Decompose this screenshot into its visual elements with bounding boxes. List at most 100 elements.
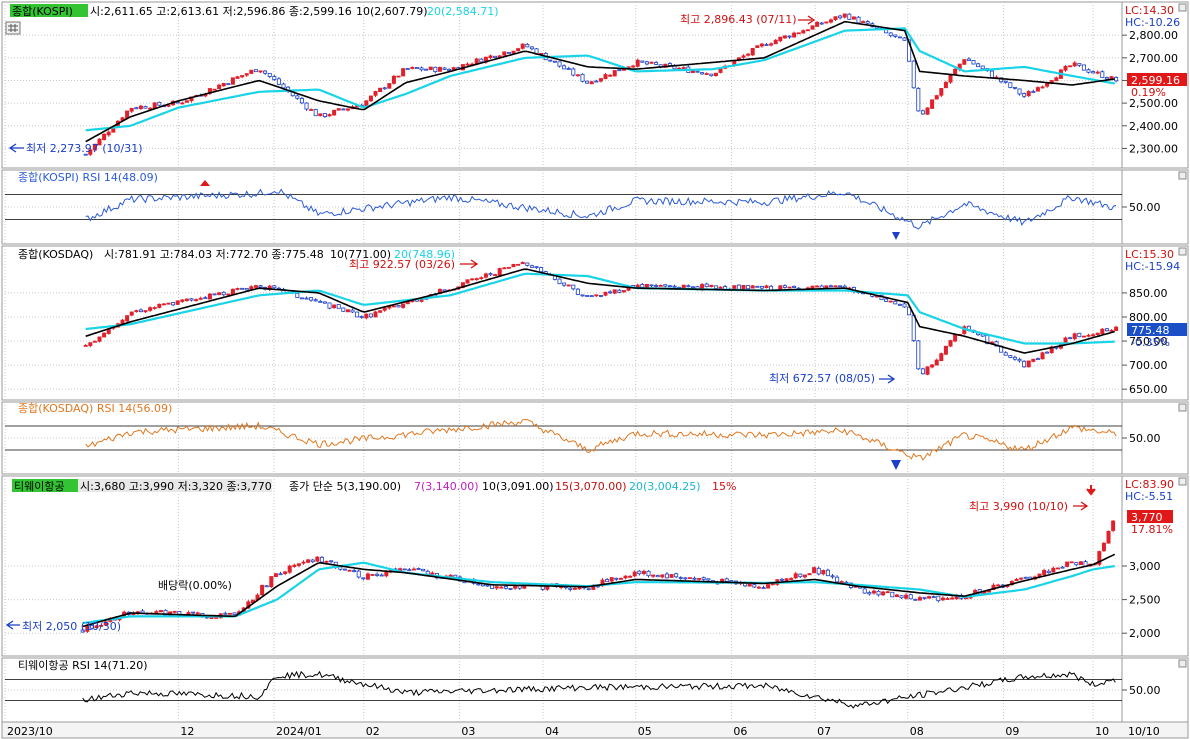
- kosdaq-candle-body: [1104, 328, 1109, 332]
- kospi-change: 0.19%: [1131, 86, 1166, 99]
- tway-candle-body: [352, 570, 357, 573]
- kospi-candle-body: [608, 74, 613, 77]
- kosdaq-candle-body: [1012, 356, 1017, 360]
- kosdaq-candle-body: [465, 279, 470, 284]
- kospi-candle-body: [571, 68, 576, 76]
- kosdaq-candle-body: [755, 285, 760, 288]
- grid-toggle-icon[interactable]: [5, 21, 21, 35]
- tway-candle-body: [674, 573, 679, 578]
- kosdaq-candle-body: [746, 285, 751, 290]
- x-tick-label-6: 05: [638, 725, 652, 738]
- tway-candle-body: [411, 568, 416, 571]
- tway-candle-body: [1074, 562, 1079, 566]
- kosdaq-candle-body: [350, 309, 355, 313]
- kosdaq-candle-body: [943, 345, 948, 355]
- kospi-candle-body: [598, 78, 603, 82]
- kosdaq-candle-body: [92, 340, 97, 343]
- kospi-candle-body: [1017, 88, 1022, 95]
- kosdaq-candle-body: [1081, 335, 1086, 338]
- kospi-candle-body: [276, 78, 281, 85]
- tway-candle-body: [908, 594, 913, 600]
- kosdaq-candle-body: [253, 285, 258, 288]
- kosdaq-candle-body: [663, 284, 668, 287]
- kosdaq-candle-body: [272, 285, 277, 289]
- kosdaq-candle-body: [934, 359, 939, 366]
- kospi-candle-body: [750, 47, 755, 56]
- kospi-candle-body: [442, 67, 447, 70]
- kospi-candle-body: [948, 74, 953, 83]
- kosdaq-candle-body: [571, 284, 576, 290]
- tway-candle-body: [706, 578, 711, 581]
- tway-candle-body: [1111, 520, 1116, 531]
- kospi-candle-body: [373, 91, 378, 96]
- kosdaq-candle-body: [810, 285, 815, 289]
- tway-candle-body: [614, 577, 619, 580]
- kospi-candle-body: [387, 83, 392, 89]
- kospi-candle-body: [953, 68, 958, 76]
- tway-candle-body: [416, 568, 421, 570]
- kosdaq-candle-body: [672, 285, 677, 288]
- kospi-candle-body: [819, 22, 824, 25]
- tway-candle-body: [752, 584, 757, 588]
- tway-candle-body: [264, 585, 269, 588]
- kosdaq-candle-body: [690, 286, 695, 289]
- kospi-candle-body: [502, 51, 507, 56]
- kosdaq-candle-body: [304, 297, 309, 300]
- tway-candle-body: [407, 569, 412, 572]
- kosdaq-y-tick-label-1: 800.00: [1129, 311, 1168, 324]
- kosdaq-candle-body: [493, 274, 498, 277]
- kosdaq-y-tick-label-3: 700.00: [1129, 359, 1168, 372]
- kospi-candle-body: [700, 72, 705, 75]
- tway-candle-body: [572, 587, 577, 590]
- tway-low-note: 최저 2,050 (10/30): [22, 620, 121, 633]
- kosdaq-candle-body: [575, 288, 580, 295]
- tway-rsi-y-tick-label-0: 50.00: [1129, 684, 1161, 697]
- kospi-candle-body: [138, 105, 143, 110]
- kosdaq-candle-body: [470, 278, 475, 281]
- tway-candle-body: [278, 573, 283, 576]
- kospi-y-tick-label-5: 2,300.00: [1129, 142, 1178, 155]
- kosdaq-candle-body: [368, 313, 373, 318]
- kosdaq-ohlc: 시:781.91 고:784.03 저:772.70 종:775.48: [104, 248, 324, 261]
- kospi-candle-body: [341, 108, 346, 111]
- kospi-candle-body: [157, 101, 162, 106]
- tway-candle-body: [503, 586, 508, 589]
- kosdaq-candle-body: [916, 340, 921, 370]
- tway-candle-body: [609, 577, 614, 582]
- tway-candle-body: [223, 612, 228, 615]
- kosdaq-candle-body: [948, 340, 953, 347]
- kosdaq-change: -0.35%: [1131, 336, 1170, 349]
- tway-candle-body: [756, 586, 761, 589]
- kospi-candle-body: [1095, 71, 1100, 74]
- tway-candle-body: [807, 573, 812, 576]
- kospi-candle-body: [976, 63, 981, 68]
- kospi-candle-body: [980, 65, 985, 70]
- kosdaq-candle-body: [1095, 332, 1100, 336]
- kosdaq-candle-body: [171, 302, 176, 306]
- kosdaq-candle-body: [658, 284, 663, 287]
- tway-candle-body: [641, 570, 646, 574]
- kospi-y-tick-label-0: 2,800.00: [1129, 29, 1178, 42]
- kosdaq-candle-body: [184, 298, 189, 301]
- kosdaq-candle-body: [741, 284, 746, 290]
- tway-dividend-note: 배당락(0.00%): [158, 579, 232, 592]
- tway-candle-body: [922, 596, 927, 599]
- kospi-candle-body: [617, 69, 622, 72]
- kospi-candle-body: [612, 70, 617, 77]
- kospi-candle-body: [1086, 69, 1091, 73]
- kospi-candle-body: [332, 109, 337, 116]
- kospi-candle-body: [281, 83, 286, 89]
- kospi-candle-body: [842, 13, 847, 18]
- kospi-candle-body: [1054, 77, 1059, 82]
- kospi-candle-body: [695, 70, 700, 73]
- tway-candle-body: [876, 590, 881, 596]
- multi-panel-stock-chart[interactable]: 2,800.002,700.002,600.002,500.002,400.00…: [0, 0, 1190, 739]
- kospi-ma20-label: 20(2,584.71): [427, 5, 499, 18]
- kosdaq-candle-body: [295, 293, 300, 298]
- tway-candle-body: [890, 591, 895, 598]
- kospi-candle-body: [345, 108, 350, 111]
- tway-candle-body: [632, 571, 637, 577]
- kosdaq-candle-body: [313, 299, 318, 302]
- tway-candle-body: [227, 612, 232, 615]
- kosdaq-candle-body: [603, 291, 608, 296]
